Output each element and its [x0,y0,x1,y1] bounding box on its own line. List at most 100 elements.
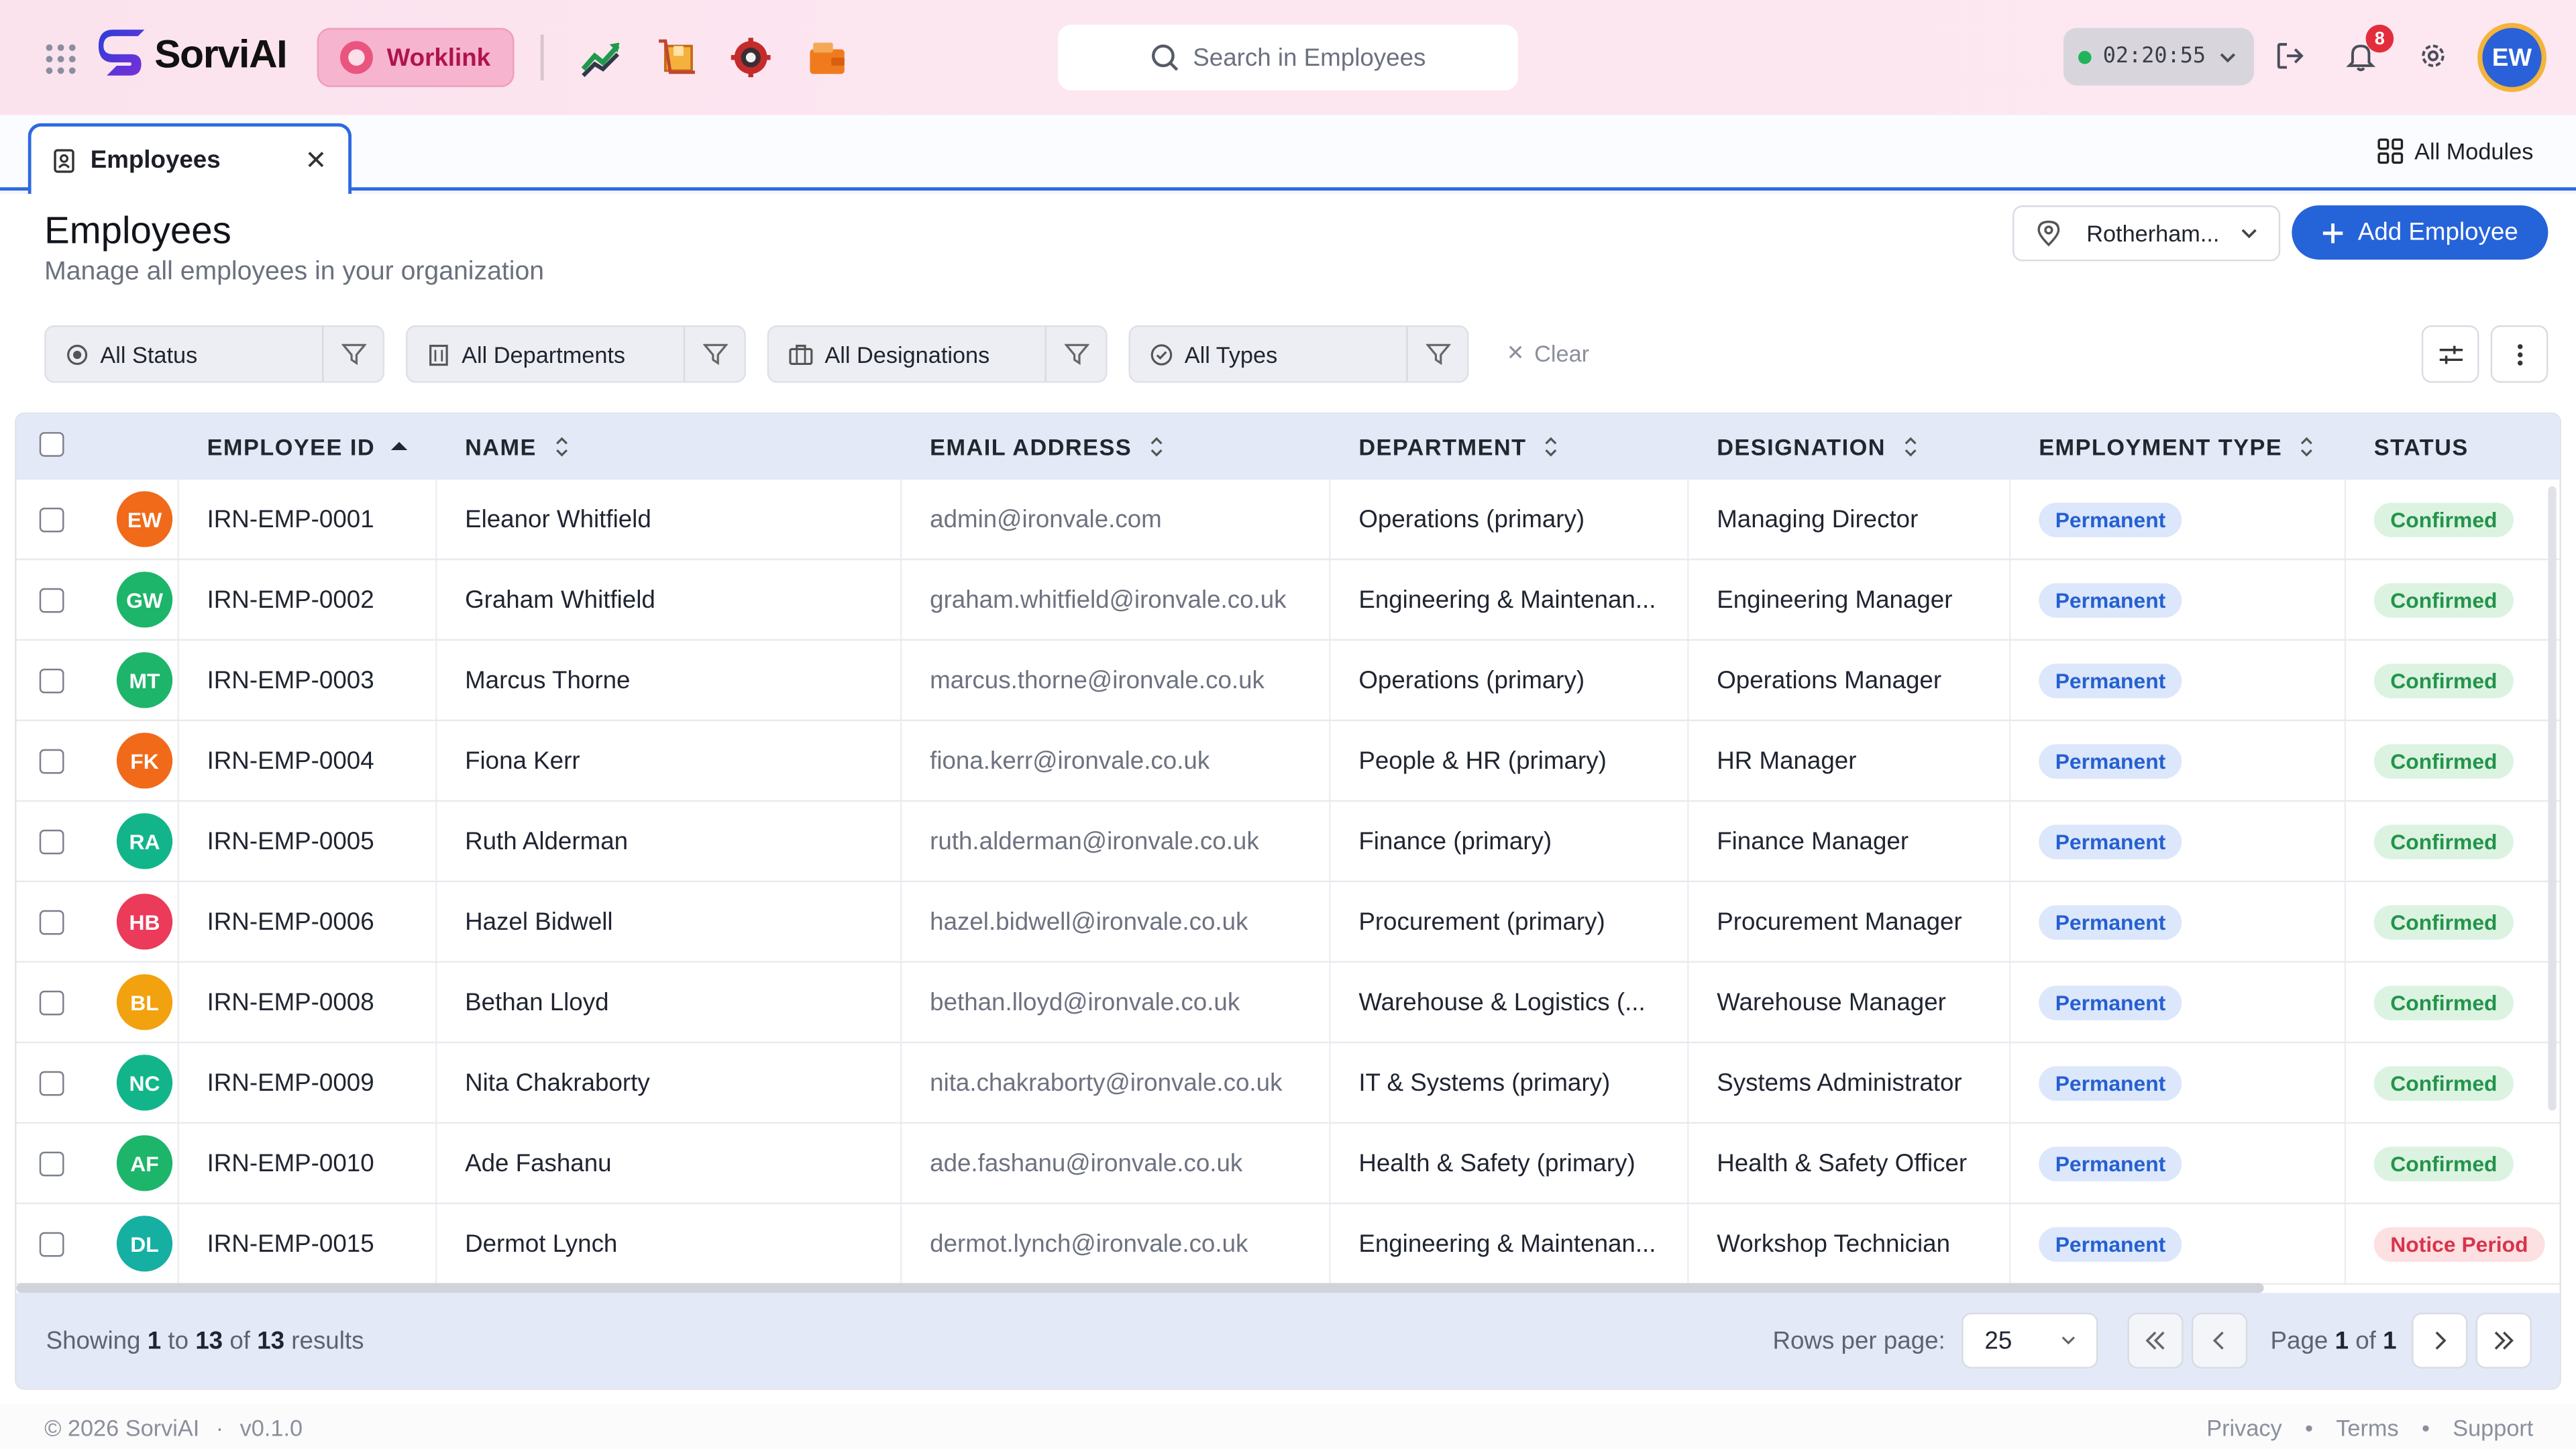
column-name[interactable]: NAME [465,414,570,480]
employee-name-cell[interactable]: Eleanor Whitfield [465,480,651,559]
search-input[interactable]: Search in Employees [1058,24,1518,91]
app-grid-icon[interactable] [46,44,76,74]
row-checkbox[interactable] [39,963,64,1042]
employee-name-cell[interactable]: Nita Chakraborty [465,1043,650,1122]
rows-per-page-label: Rows per page: [1772,1327,1945,1356]
clock-timer-dropdown[interactable]: 02:20:55 [2063,28,2255,86]
column-email[interactable]: EMAIL ADDRESS [930,414,1165,480]
column-employee-id[interactable]: EMPLOYEE ID [207,414,409,480]
row-checkbox[interactable] [39,721,64,800]
divider [322,327,324,382]
table-row[interactable]: HB IRN-EMP-0006 Hazel Bidwell hazel.bidwell… [16,882,2560,963]
worklink-label: Worklink [386,43,491,72]
type-filter[interactable]: All Types [1128,325,1469,383]
employee-name-cell[interactable]: Ruth Alderman [465,802,628,881]
employee-id-cell: IRN-EMP-0015 [207,1230,374,1258]
notification-count-badge: 8 [2365,24,2394,53]
analytics-module-icon[interactable] [580,36,623,79]
horizontal-scrollbar[interactable] [16,1283,2264,1293]
employee-name-cell[interactable]: Fiona Kerr [465,721,580,800]
row-checkbox[interactable] [39,1124,64,1203]
select-all-checkbox[interactable] [39,432,64,457]
summary-text: results [291,1327,364,1356]
brand-logo[interactable]: SorviAI [98,30,288,82]
row-checkbox[interactable] [39,641,64,720]
sort-icon [1150,437,1163,457]
location-value: Rotherham... [2086,220,2220,247]
logout-icon[interactable] [2273,40,2306,72]
table-row[interactable]: EW IRN-EMP-0001 Eleanor Whitfield admin@iro… [16,480,2560,561]
chevron-down-icon [2219,52,2235,62]
table-row[interactable]: GW IRN-EMP-0002 Graham Whitfield graham.whi… [16,560,2560,641]
user-avatar[interactable]: EW [2477,23,2546,93]
privacy-link[interactable]: Privacy [2206,1415,2282,1441]
table-row[interactable]: FK IRN-EMP-0004 Fiona Kerr fiona.kerr@ironv… [16,721,2560,802]
row-checkbox[interactable] [39,802,64,881]
top-bar: SorviAI Worklink Search in Employees 02:… [0,0,2576,115]
avatar: AF [116,1135,173,1191]
wallet-module-icon[interactable] [805,36,848,79]
designation-filter[interactable]: All Designations [767,325,1108,383]
inventory-module-icon[interactable] [655,36,698,79]
employee-name-cell[interactable]: Marcus Thorne [465,641,630,720]
employment-type-badge: Permanent [2039,1146,2182,1181]
table-row[interactable]: RA IRN-EMP-0005 Ruth Alderman ruth.alderman… [16,802,2560,883]
column-employment-type[interactable]: EMPLOYMENT TYPE [2039,414,2315,480]
tab-employees[interactable]: Employees ✕ [28,123,352,194]
support-link[interactable]: Support [2453,1415,2533,1441]
employee-name-cell[interactable]: Hazel Bidwell [465,882,613,961]
employee-name-cell[interactable]: Bethan Lloyd [465,963,608,1042]
department-cell: People & HR (primary) [1358,747,1607,775]
employee-name-cell[interactable]: Ade Fashanu [465,1124,612,1203]
settings-module-icon[interactable] [729,36,772,79]
table-row[interactable]: BL IRN-EMP-0008 Bethan Lloyd bethan.lloyd@i… [16,963,2560,1044]
search-placeholder: Search in Employees [1193,43,1426,72]
department-filter[interactable]: All Departments [405,325,746,383]
table-header: EMPLOYEE ID NAME EMAIL ADDRESS DEPARTMEN… [16,414,2560,480]
filter-funnel-icon [1064,343,1089,366]
status-badge: Confirmed [2373,502,2514,537]
add-employee-button[interactable]: Add Employee [2292,205,2548,260]
employee-id-cell: IRN-EMP-0004 [207,747,374,775]
gear-icon[interactable] [2416,40,2449,72]
last-page-button[interactable] [2475,1312,2532,1369]
terms-link[interactable]: Terms [2336,1415,2398,1441]
first-page-button[interactable] [2127,1312,2184,1369]
column-department[interactable]: DEPARTMENT [1358,414,1559,480]
table-row[interactable]: NC IRN-EMP-0009 Nita Chakraborty nita.chakr… [16,1043,2560,1124]
vertical-scrollbar[interactable] [2548,486,2557,1111]
employee-name-cell[interactable]: Graham Whitfield [465,560,655,639]
table-row[interactable]: DL IRN-EMP-0015 Dermot Lynch dermot.lynch@i… [16,1204,2560,1285]
status-filter[interactable]: All Status [44,325,385,383]
row-checkbox[interactable] [39,1043,64,1122]
location-select[interactable]: Rotherham... [2012,205,2281,262]
column-settings-button[interactable] [2421,325,2479,383]
map-pin-icon [2037,220,2060,247]
table-row[interactable]: MT IRN-EMP-0003 Marcus Thorne marcus.thorne… [16,641,2560,722]
main-content: Employees Manage all employees in your o… [0,193,2576,1405]
check-circle-icon [1150,343,1173,365]
clear-filters-button[interactable]: ✕ Clear [1507,340,1589,366]
department-cell: Engineering & Maintenan... [1358,586,1656,614]
more-options-button[interactable] [2490,325,2548,383]
row-checkbox[interactable] [39,1204,64,1283]
divider [540,34,544,81]
close-icon[interactable]: ✕ [305,145,327,178]
rows-per-page-select[interactable]: 25 [1962,1312,2098,1369]
pagination-bar: Showing 1 to 13 of 13 results Rows per p… [16,1293,2560,1389]
module-switcher-worklink[interactable]: Worklink [317,28,515,87]
status-badge: Confirmed [2373,663,2514,698]
department-cell: Health & Safety (primary) [1358,1149,1635,1177]
all-modules-button[interactable]: All Modules [2377,138,2533,164]
row-checkbox[interactable] [39,560,64,639]
column-status[interactable]: STATUS [2374,414,2469,480]
prev-page-button[interactable] [2191,1312,2248,1369]
row-checkbox[interactable] [39,882,64,961]
next-page-button[interactable] [2412,1312,2468,1369]
row-checkbox[interactable] [39,480,64,559]
employee-name-cell[interactable]: Dermot Lynch [465,1204,617,1283]
column-designation[interactable]: DESIGNATION [1717,414,1919,480]
table-row[interactable]: AF IRN-EMP-0010 Ade Fashanu ade.fashanu@iro… [16,1124,2560,1205]
avatar: EW [116,491,173,547]
type-filter-label: All Types [1184,341,1278,368]
